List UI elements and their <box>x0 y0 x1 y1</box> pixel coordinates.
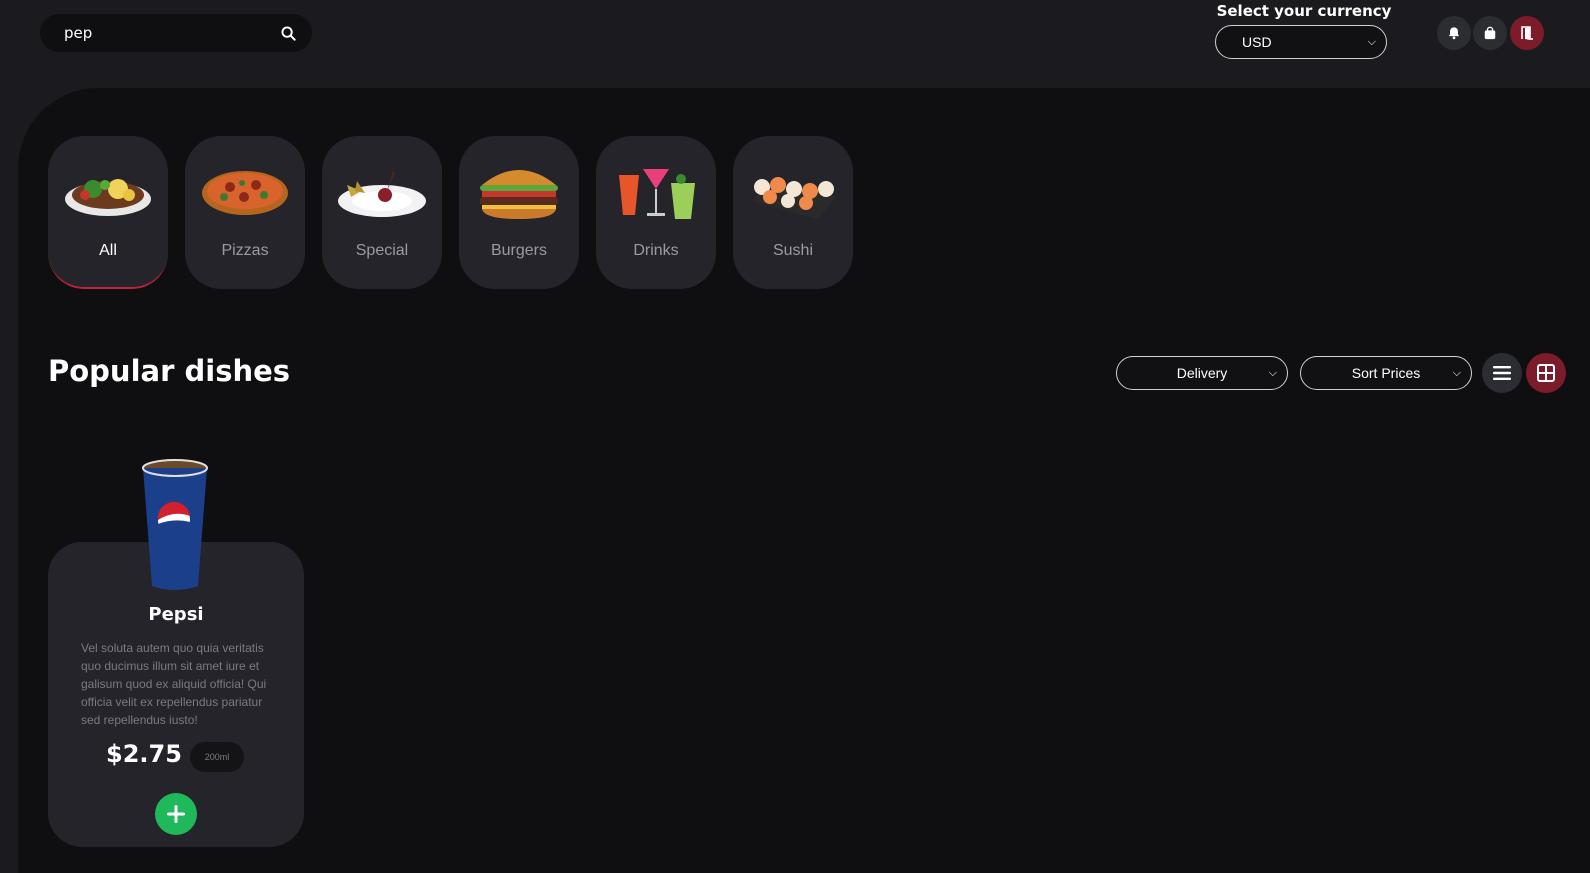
logout-button[interactable] <box>1510 16 1544 50</box>
list-view-icon <box>1493 366 1511 380</box>
chevron-down-icon: ⌵ <box>1268 367 1277 379</box>
section-title: Popular dishes <box>48 354 291 388</box>
plus-icon <box>167 805 185 823</box>
bell-icon <box>1448 27 1460 40</box>
logout-door-icon <box>1521 26 1533 40</box>
search-input[interactable] <box>64 24 280 42</box>
chevron-down-icon: ⌵ <box>1367 36 1376 48</box>
shopping-bag-icon <box>1484 26 1496 40</box>
pepsi-cup-image <box>142 459 208 590</box>
sort-value: Sort Prices <box>1351 365 1421 381</box>
grid-view-button[interactable] <box>1526 353 1566 393</box>
special-dish-icon <box>334 160 430 222</box>
sort-prices-select[interactable]: Sort Prices ⌵ <box>1300 356 1472 390</box>
search-bar <box>40 14 312 52</box>
notifications-button[interactable] <box>1437 16 1471 50</box>
dish-card[interactable]: Pepsi Vel soluta autem quo quia veritati… <box>48 459 304 847</box>
cart-button[interactable] <box>1473 16 1507 50</box>
sushi-icon <box>745 160 841 222</box>
dish-name: Pepsi <box>148 604 204 625</box>
delivery-select[interactable]: Delivery ⌵ <box>1116 356 1288 390</box>
pizza-icon <box>197 160 293 222</box>
mixed-dish-icon <box>60 160 156 222</box>
grid-view-icon <box>1537 364 1555 382</box>
category-sushi[interactable]: Sushi <box>733 136 853 289</box>
category-list: All Pizzas Special Burgers Drinks Sushi <box>48 136 853 289</box>
currency-label: Select your currency <box>1216 2 1392 20</box>
category-label: Pizzas <box>221 242 269 259</box>
dish-size-badge: 200ml <box>190 742 244 772</box>
main-content: All Pizzas Special Burgers Drinks Sushi … <box>18 88 1590 873</box>
category-drinks[interactable]: Drinks <box>596 136 716 289</box>
category-burgers[interactable]: Burgers <box>459 136 579 289</box>
currency-value: USD <box>1242 34 1272 50</box>
burger-icon <box>471 160 567 222</box>
dish-price: $2.75 <box>106 740 182 768</box>
delivery-value: Delivery <box>1176 365 1228 381</box>
category-label: Special <box>355 242 409 259</box>
dish-description: Vel soluta autem quo quia veritatis quo … <box>81 641 267 727</box>
chevron-down-icon: ⌵ <box>1452 367 1461 379</box>
category-all[interactable]: All <box>48 136 168 289</box>
filter-bar: Delivery ⌵ Sort Prices ⌵ <box>1116 356 1472 390</box>
category-label: Burgers <box>490 242 548 259</box>
category-special[interactable]: Special <box>322 136 442 289</box>
add-to-cart-button[interactable] <box>155 793 197 835</box>
category-label: All <box>99 242 117 259</box>
currency-select[interactable]: USD ⌵ <box>1215 25 1387 59</box>
view-toggle <box>1482 353 1566 393</box>
category-pizzas[interactable]: Pizzas <box>185 136 305 289</box>
top-bar: Select your currency USD ⌵ <box>0 0 1590 88</box>
search-icon[interactable] <box>280 25 296 41</box>
cocktails-icon <box>608 160 704 222</box>
list-view-button[interactable] <box>1482 353 1522 393</box>
currency-selector: Select your currency USD ⌵ <box>1215 2 1392 59</box>
category-label: Drinks <box>633 242 679 259</box>
category-label: Sushi <box>772 242 814 259</box>
